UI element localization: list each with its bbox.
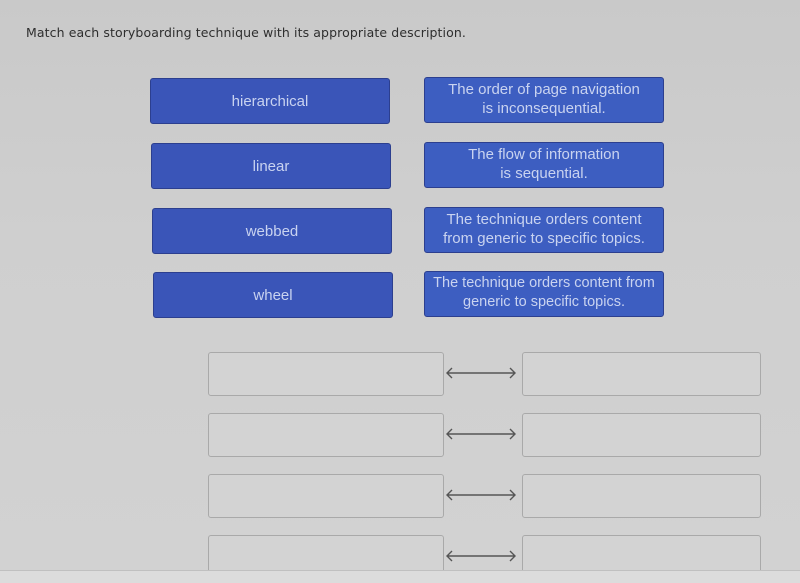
description-tile-2[interactable]: The flow of information is sequential.: [424, 142, 664, 188]
double-arrow-icon: [446, 550, 516, 562]
term-tile-linear[interactable]: linear: [151, 143, 391, 189]
left-drop-slot-2[interactable]: [208, 413, 444, 457]
double-arrow-icon: [446, 489, 516, 501]
description-line-1: The order of page navigation: [448, 80, 640, 98]
description-tile-3[interactable]: The technique orders content from generi…: [424, 207, 664, 253]
description-line-1: The technique orders content from: [433, 274, 655, 291]
description-line-1: The flow of information: [468, 145, 620, 163]
left-drop-slot-3[interactable]: [208, 474, 444, 518]
term-label: webbed: [245, 222, 299, 240]
description-tile-1[interactable]: The order of page navigation is inconseq…: [424, 77, 664, 123]
term-label: linear: [252, 157, 290, 175]
description-line-1: The technique orders content: [446, 210, 642, 228]
right-drop-slot-2[interactable]: [522, 413, 761, 457]
description-text: The technique orders content from generi…: [443, 210, 645, 248]
description-line-2: is sequential.: [500, 164, 588, 182]
description-text: The technique orders content from generi…: [433, 274, 655, 312]
description-line-2: is inconsequential.: [482, 99, 606, 117]
description-text: The order of page navigation is inconseq…: [448, 80, 640, 118]
double-arrow-icon: [446, 428, 516, 440]
description-tile-4[interactable]: The technique orders content from generi…: [424, 271, 664, 317]
right-drop-slot-3[interactable]: [522, 474, 761, 518]
term-tile-wheel[interactable]: wheel: [153, 272, 393, 318]
right-drop-slot-1[interactable]: [522, 352, 761, 396]
bottom-bar: [0, 570, 800, 583]
double-arrow-icon: [446, 367, 516, 379]
term-tile-webbed[interactable]: webbed: [152, 208, 392, 254]
left-drop-slot-1[interactable]: [208, 352, 444, 396]
question-prompt: Match each storyboarding technique with …: [26, 25, 466, 40]
term-label: hierarchical: [231, 92, 309, 110]
description-line-2: from generic to specific topics.: [443, 229, 645, 247]
term-tile-hierarchical[interactable]: hierarchical: [150, 78, 390, 124]
description-text: The flow of information is sequential.: [468, 145, 620, 183]
description-line-2: generic to specific topics.: [463, 293, 625, 310]
term-label: wheel: [253, 286, 293, 304]
